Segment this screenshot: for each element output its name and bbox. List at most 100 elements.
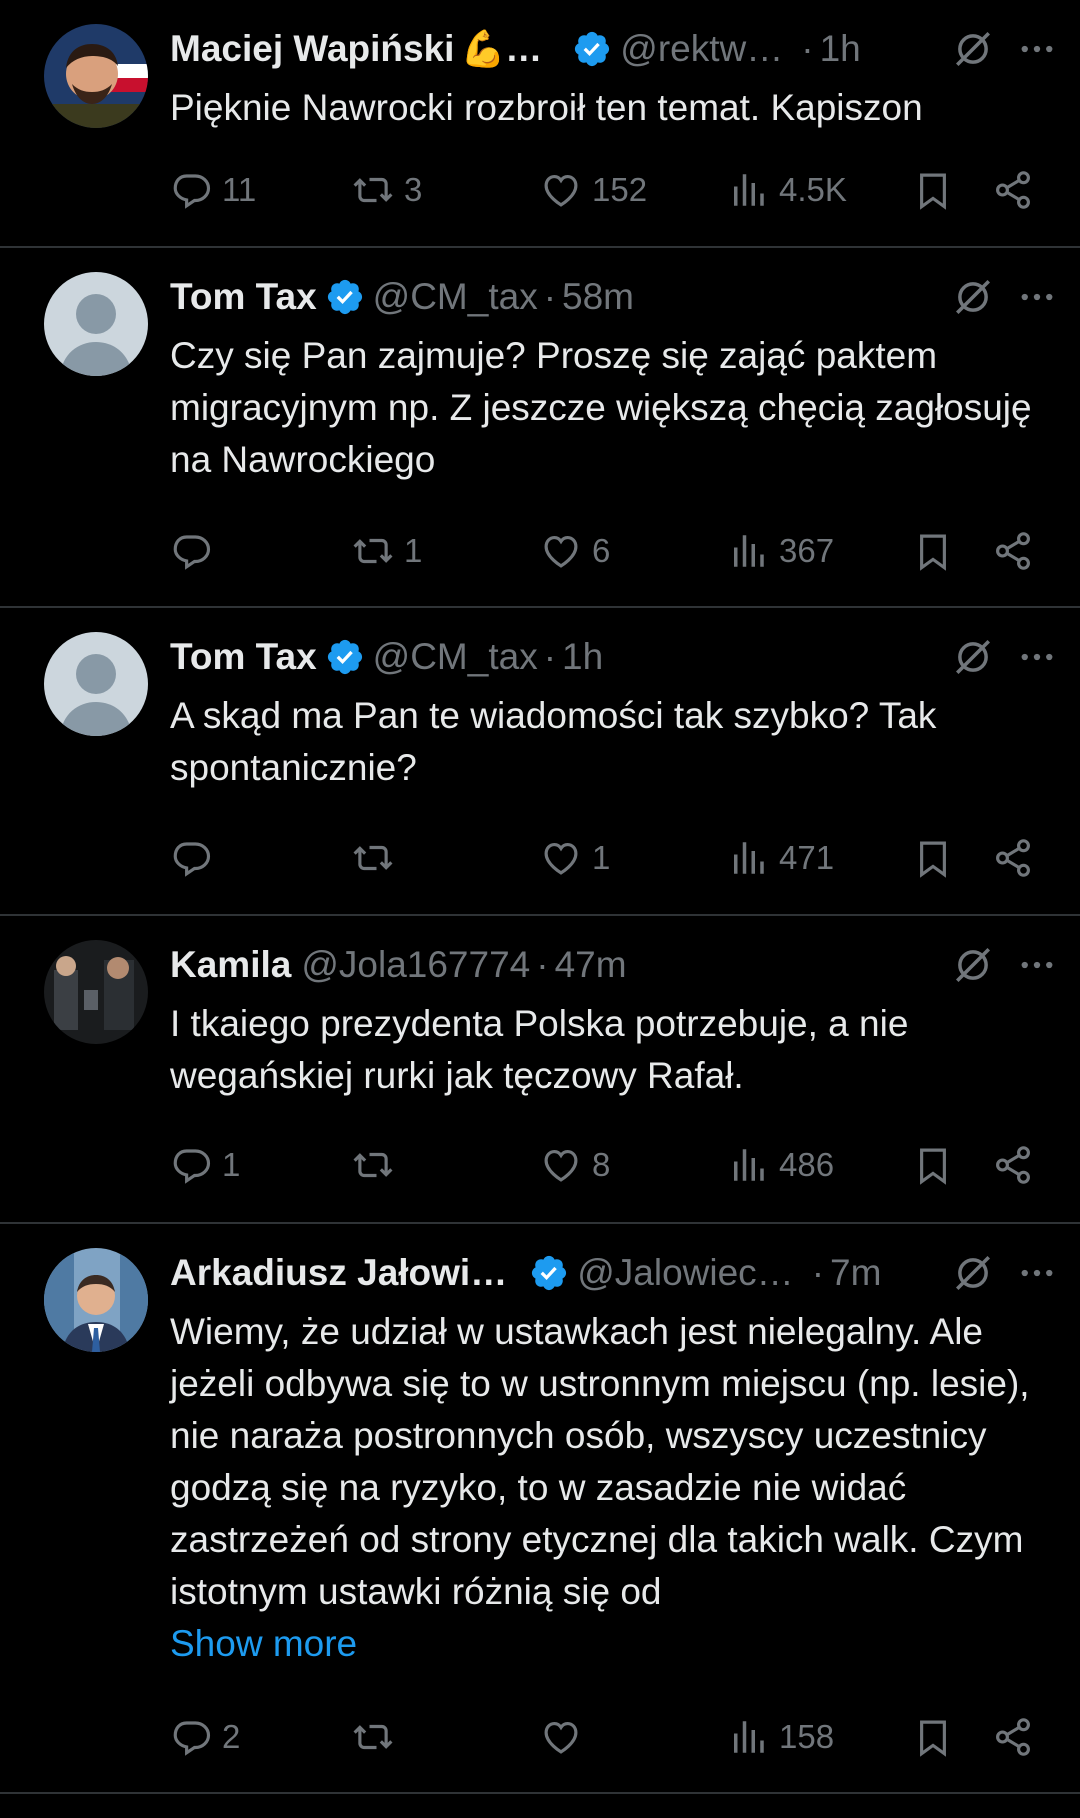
author-handle[interactable]: @Jalowiec… <box>577 1252 793 1294</box>
views-icon <box>727 530 769 572</box>
tweet-header: Kamila @Jola167774 · 47m <box>170 938 1058 992</box>
more-options-icon[interactable] <box>1016 276 1058 318</box>
reply-button[interactable]: 2 <box>170 1712 240 1762</box>
repost-button[interactable]: 1 <box>352 526 422 576</box>
tweet[interactable]: Arkadiusz Jałowi… @Jalowiec… · 7m Wiemy,… <box>0 1224 1080 1794</box>
timestamp[interactable]: 1h <box>562 636 603 678</box>
timestamp[interactable]: 7m <box>830 1252 881 1294</box>
repost-button[interactable]: 3 <box>352 165 422 215</box>
bookmark-icon <box>912 1144 954 1186</box>
like-button[interactable] <box>540 1712 592 1762</box>
views-button[interactable]: 4.5K <box>727 165 847 215</box>
views-button[interactable]: 158 <box>727 1712 834 1762</box>
reply-count: 2 <box>222 1718 241 1755</box>
share-button[interactable] <box>992 1712 1044 1762</box>
share-button[interactable] <box>992 1140 1044 1190</box>
verified-badge-icon[interactable] <box>572 29 612 69</box>
action-bar: 1 471 <box>170 833 1040 883</box>
bookmark-button[interactable] <box>912 526 964 576</box>
repost-button[interactable] <box>352 1140 404 1190</box>
views-button[interactable]: 367 <box>727 526 834 576</box>
show-more-link[interactable]: Show more <box>170 1618 1050 1670</box>
author-name[interactable]: Kamila <box>170 944 291 986</box>
like-button[interactable]: 1 <box>540 833 610 883</box>
tweet[interactable]: Maciej Wapiński 💪 … @rektw… · 1h Pięknie… <box>0 0 1080 248</box>
action-bar: 11 3 152 4.5K <box>170 165 1040 215</box>
repost-count: 1 <box>404 532 423 569</box>
repost-button[interactable] <box>352 1712 404 1762</box>
reply-button[interactable]: 11 <box>170 165 256 215</box>
grok-icon[interactable] <box>952 636 994 678</box>
bookmark-button[interactable] <box>912 1140 964 1190</box>
timestamp[interactable]: 1h <box>820 28 861 70</box>
share-button[interactable] <box>992 165 1044 215</box>
author-name[interactable]: Arkadiusz Jałowi… <box>170 1252 507 1294</box>
bookmark-button[interactable] <box>912 833 964 883</box>
views-icon <box>727 169 769 211</box>
tweet-header: Tom Tax @CM_tax · 1h <box>170 630 1058 684</box>
views-button[interactable]: 471 <box>727 833 834 883</box>
avatar[interactable] <box>44 632 148 736</box>
tweet-text: Pięknie Nawrocki rozbroił ten temat. Kap… <box>170 87 923 128</box>
share-button[interactable] <box>992 526 1044 576</box>
avatar[interactable] <box>44 24 148 128</box>
reply-button[interactable]: 1 <box>170 1140 240 1190</box>
tweet-header: Tom Tax @CM_tax · 58m <box>170 270 1058 324</box>
grok-icon[interactable] <box>952 28 994 70</box>
tweet-text: I tkaiego prezydenta Polska potrzebuje, … <box>170 1003 909 1096</box>
timestamp[interactable]: 47m <box>555 944 627 986</box>
view-count: 486 <box>779 1146 835 1183</box>
like-button[interactable]: 6 <box>540 526 610 576</box>
bookmark-button[interactable] <box>912 165 964 215</box>
repost-icon <box>352 1144 394 1186</box>
tweet[interactable]: Tom Tax @CM_tax · 58m Czy się Pan zajmuj… <box>0 248 1080 608</box>
action-bar: 2 158 <box>170 1712 1040 1762</box>
share-button[interactable] <box>992 833 1044 883</box>
more-options-icon[interactable] <box>1016 944 1058 986</box>
more-options-icon[interactable] <box>1016 1252 1058 1294</box>
grok-icon[interactable] <box>952 1252 994 1294</box>
bookmark-icon <box>912 837 954 879</box>
tweet[interactable]: Kamila @Jola167774 · 47m I tkaiego prezy… <box>0 916 1080 1224</box>
verified-badge-icon[interactable] <box>325 277 365 317</box>
like-button[interactable]: 152 <box>540 165 647 215</box>
tweet[interactable]: Tom Tax @CM_tax · 1h A skąd ma Pan te wi… <box>0 608 1080 916</box>
grok-icon[interactable] <box>952 276 994 318</box>
tweet-text: Wiemy, że udział w ustawkach jest nieleg… <box>170 1306 1050 1670</box>
author-handle[interactable]: @rektw… <box>620 28 783 70</box>
more-options-icon[interactable] <box>1016 28 1058 70</box>
bookmark-button[interactable] <box>912 1712 964 1762</box>
reply-icon <box>170 169 212 211</box>
reply-button[interactable] <box>170 833 222 883</box>
share-icon <box>992 1716 1034 1758</box>
like-button[interactable]: 8 <box>540 1140 610 1190</box>
verified-badge-icon[interactable] <box>325 637 365 677</box>
author-handle[interactable]: @CM_tax <box>373 636 538 678</box>
author-name[interactable]: Tom Tax <box>170 276 317 318</box>
grok-icon[interactable] <box>952 944 994 986</box>
timestamp[interactable]: 58m <box>562 276 634 318</box>
author-handle[interactable]: @CM_tax <box>373 276 538 318</box>
reply-icon <box>170 1144 212 1186</box>
author-handle[interactable]: @Jola167774 <box>301 944 530 986</box>
bookmark-icon <box>912 530 954 572</box>
views-button[interactable]: 486 <box>727 1140 834 1190</box>
avatar[interactable] <box>44 272 148 376</box>
reply-button[interactable] <box>170 526 222 576</box>
separator-dot: · <box>536 944 549 985</box>
repost-button[interactable] <box>352 833 404 883</box>
heart-icon <box>540 1144 582 1186</box>
reply-icon <box>170 1716 212 1758</box>
bookmark-icon <box>912 1716 954 1758</box>
avatar[interactable] <box>44 940 148 1044</box>
reply-count: 11 <box>222 171 257 208</box>
share-icon <box>992 530 1034 572</box>
repost-icon <box>352 837 394 879</box>
heart-icon <box>540 530 582 572</box>
author-name[interactable]: Maciej Wapiński <box>170 28 454 70</box>
verified-badge-icon[interactable] <box>529 1253 569 1293</box>
avatar[interactable] <box>44 1248 148 1352</box>
more-options-icon[interactable] <box>1016 636 1058 678</box>
heart-icon <box>540 169 582 211</box>
author-name[interactable]: Tom Tax <box>170 636 317 678</box>
